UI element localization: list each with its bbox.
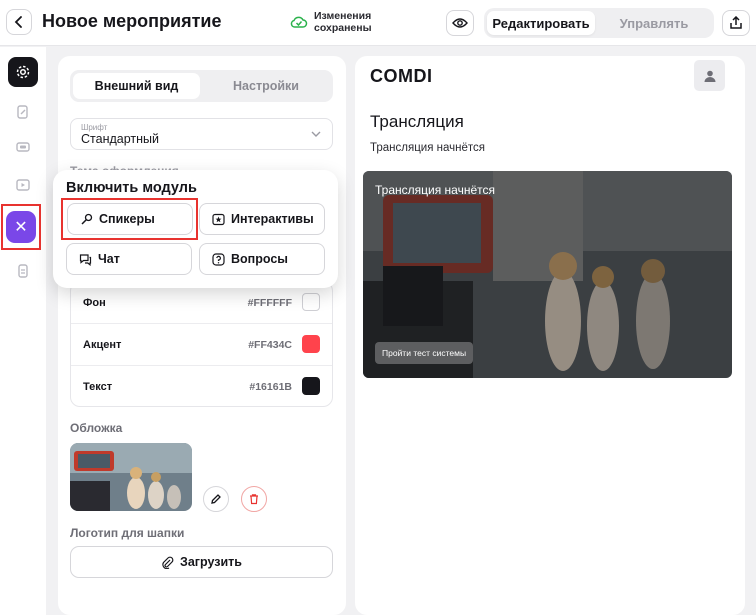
mode-switch: Редактировать Управлять [484,8,714,38]
settings-rail-button[interactable] [8,57,38,87]
module-label: Интерактивы [231,212,314,226]
module-questions-button[interactable]: Вопросы [199,243,325,275]
close-module-button[interactable]: ✕ [6,211,36,243]
chat-icon [79,253,92,266]
cloud-check-icon [290,16,308,28]
system-test-button[interactable]: Пройти тест системы [375,342,474,364]
preview-button[interactable] [446,10,474,36]
chevron-down-icon [311,131,321,137]
edit-cover-button[interactable] [203,486,229,512]
cover-image [70,443,192,511]
avatar[interactable] [694,60,725,91]
color-row[interactable]: Фон #FFFFFF [71,282,332,324]
pencil-icon [211,494,221,504]
delete-cover-button[interactable] [241,486,267,512]
left-rail: ✕ [0,47,46,615]
back-button[interactable] [6,9,32,35]
module-label: Спикеры [99,212,155,226]
enable-module-popup: Включить модуль Спикеры Интерактивы Чат … [53,170,338,288]
tab-settings[interactable]: Настройки [202,73,330,99]
video-player[interactable]: Трансляция начнётся Пройти тест системы [363,171,732,378]
color-hex: #16161B [249,381,292,393]
settings-tabs: Внешний вид Настройки [70,70,333,102]
tab-manage[interactable]: Управлять [596,11,712,35]
tab-appearance[interactable]: Внешний вид [73,73,200,99]
color-hex: #FFFFFF [247,297,292,309]
module-label: Чат [98,252,120,266]
page-title: Новое мероприятие [42,11,222,31]
microphone-icon [81,213,93,225]
top-bar: Новое мероприятие Изменения сохранены Ре… [0,0,756,46]
color-row[interactable]: Акцент #FF434C [71,324,332,366]
module-chat-button[interactable]: Чат [66,243,192,275]
popup-title: Включить модуль [66,180,197,196]
design-rail-button[interactable] [8,97,38,127]
module-interactives-button[interactable]: Интерактивы [199,203,325,235]
color-swatch[interactable] [302,293,320,311]
brand-logo: COMDI [370,66,433,86]
share-button[interactable] [722,10,750,36]
font-label: Шрифт [81,123,108,132]
video-rail-button[interactable] [8,170,38,200]
save-status-text: Изменения сохранены [314,10,372,34]
share-icon [730,16,742,29]
paperclip-icon [162,556,174,569]
upload-label: Загрузить [180,555,242,569]
color-row[interactable]: Текст #16161B [71,366,332,408]
logo-label: Логотип для шапки [70,526,185,540]
user-icon [704,70,715,82]
color-name: Акцент [83,339,122,351]
trash-icon [250,494,258,505]
question-icon [212,252,225,266]
highlight-frame: Спикеры [61,198,198,240]
settings-panel: Внешний вид Настройки Шрифт Стандартный … [58,56,346,615]
upload-logo-button[interactable]: Загрузить [70,546,333,578]
color-swatch[interactable] [302,335,320,353]
event-preview: COMDI Трансляция Трансляция начнётся Тра… [355,56,745,615]
paint-icon [17,105,28,119]
document-icon [18,264,28,278]
stream-subtitle: Трансляция начнётся [370,142,485,154]
save-status: Изменения сохранены [290,10,384,34]
color-hex: #FF434C [248,339,292,351]
cover-label: Обложка [70,421,123,435]
color-list: Фон #FFFFFF Акцент #FF434C Текст #16161B [70,281,333,407]
video-overlay-text: Трансляция начнётся [375,183,495,197]
screen-icon [16,142,30,152]
stream-title: Трансляция [370,112,464,131]
gear-icon [16,65,30,79]
docs-rail-button[interactable] [8,256,38,286]
close-icon: ✕ [14,219,28,236]
module-speakers-button[interactable]: Спикеры [67,203,193,235]
chevron-left-icon [14,16,22,28]
font-select[interactable]: Шрифт Стандартный [70,118,333,150]
eye-icon [452,18,468,28]
highlight-frame: ✕ [1,204,41,250]
color-swatch[interactable] [302,377,320,395]
color-name: Текст [83,381,113,393]
font-value: Стандартный [81,132,159,146]
play-icon [16,179,30,191]
stream-rail-button[interactable] [8,132,38,162]
star-icon [212,213,225,225]
tab-edit[interactable]: Редактировать [487,11,595,35]
color-name: Фон [83,297,106,309]
module-label: Вопросы [231,252,288,266]
